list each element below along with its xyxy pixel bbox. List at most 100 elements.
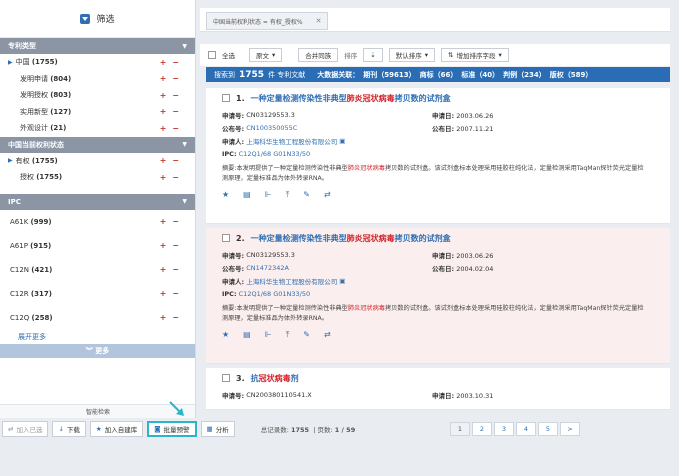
compare-icon[interactable]: ⇄ [324, 190, 331, 200]
plus-minus-buttons[interactable]: +− [160, 91, 185, 100]
result-checkbox[interactable] [222, 94, 230, 102]
plus-minus-buttons[interactable]: +− [160, 173, 185, 182]
add-selected-button[interactable]: ⇄ 加入已选 [2, 421, 49, 437]
ipc-item-c12r[interactable]: C12R (317) +− [0, 282, 195, 306]
plus-minus-buttons[interactable]: +− [160, 265, 185, 274]
pub-date: 2004.02.04 [456, 264, 494, 273]
company-icon[interactable]: ▣ [339, 277, 345, 285]
result-title[interactable]: 3. 抗冠状病毒剂 [222, 368, 670, 388]
agg-label: 商标 [419, 70, 434, 79]
plus-minus-buttons[interactable]: +− [160, 74, 185, 83]
result-checkbox[interactable] [222, 374, 230, 382]
filter-count: (1755) [31, 58, 58, 67]
agg-value: 40 [482, 70, 493, 79]
pub-number[interactable]: CN100350055C [246, 124, 297, 132]
smart-search-button[interactable]: 智能检索 [0, 404, 195, 418]
ipc-item-a61p[interactable]: A61P (915) +− [0, 234, 195, 258]
star-icon[interactable]: ★ [222, 330, 229, 340]
filter-item-valid[interactable]: ▶ 有权 (1755) +− [0, 153, 195, 170]
chevron-down-icon[interactable]: ▼ [182, 141, 187, 148]
related-label: 大数据关联： [317, 70, 360, 79]
expand-arrow-icon[interactable]: ▶ [8, 59, 13, 66]
next-page-button[interactable]: > [560, 422, 580, 436]
result-title[interactable]: 1. 一种定量检测传染性非典型肺炎冠状病毒拷贝数的试剂盒 [222, 88, 670, 108]
plus-minus-buttons[interactable]: +− [160, 124, 185, 133]
filter-label: 中国 [15, 58, 30, 67]
sort-direction-button[interactable]: ⇣ [363, 48, 383, 62]
filter-item-invention-application[interactable]: 发明申请 (804) +− [0, 71, 195, 88]
analysis-button[interactable]: ▦ 分析 [200, 421, 235, 437]
app-row: 申请号: CN03129553.3 申请日: 2003.06.26 [222, 248, 670, 261]
agg-trademark[interactable]: 商标（66） [420, 70, 458, 80]
company-icon[interactable]: ▣ [339, 137, 345, 145]
chart-icon[interactable]: ⊩ [265, 190, 272, 200]
add-sort-field-button[interactable]: ⇅ 增加排序字段 ▾ [440, 48, 509, 62]
chart-icon[interactable]: ⊩ [265, 330, 272, 340]
section-header-ipc[interactable]: IPC ▼ [0, 193, 195, 210]
plus-minus-buttons[interactable]: +− [160, 241, 185, 250]
view-mode-select[interactable]: 原文 ▾ [249, 48, 283, 62]
chevron-down-icon[interactable]: ▼ [182, 198, 187, 205]
plus-minus-buttons[interactable]: +− [160, 313, 185, 322]
section-header-patent-type[interactable]: 专利类型 ▼ [0, 38, 195, 54]
download-button[interactable]: ↓ 下载 [52, 421, 86, 437]
filter-item-granted[interactable]: 授权 (1755) +− [0, 169, 195, 186]
filter-item-design[interactable]: 外观设计 (21) +− [0, 120, 195, 137]
ipc-label: C12Q [10, 313, 30, 322]
applicant-link[interactable]: 上海科华生物工程股份有限公司 [246, 276, 337, 286]
ipc-item-c12n[interactable]: C12N (421) +− [0, 258, 195, 282]
filter-item-invention-grant[interactable]: 发明授权 (803) +− [0, 87, 195, 104]
page-button-4[interactable]: 4 [516, 422, 536, 436]
plus-minus-buttons[interactable]: +− [160, 289, 185, 298]
filter-item-china[interactable]: ▶ 中国 (1755) +− [0, 54, 195, 71]
chevron-down-icon: ▾ [498, 51, 502, 59]
filter-count: (803) [50, 91, 72, 100]
ipc-item-c12q[interactable]: C12Q (258) +− [0, 306, 195, 330]
batch-alert-button[interactable]: ◙ 批量预警 [147, 421, 197, 437]
upload-icon[interactable]: ⤒ [286, 330, 290, 340]
plus-minus-buttons[interactable]: +− [160, 156, 185, 165]
chevron-down-icon[interactable]: ▼ [182, 43, 187, 50]
title-text: 剂 [290, 373, 299, 383]
tab-query[interactable]: 中国当前权利状态 = 有权_授权% ✕ [206, 12, 328, 30]
agg-standard[interactable]: 标准（40） [461, 70, 499, 80]
field-label: 申请日: [432, 111, 455, 120]
more-button[interactable]: ︾ 更多 [0, 343, 195, 358]
page-button-2[interactable]: 2 [472, 422, 492, 436]
tag-icon[interactable]: ✎ [303, 190, 310, 200]
star-icon[interactable]: ★ [222, 190, 229, 200]
compare-icon[interactable]: ⇄ [324, 330, 331, 340]
plus-minus-buttons[interactable]: +− [160, 107, 185, 116]
agg-copyright[interactable]: 版权（589） [550, 70, 593, 80]
close-icon[interactable]: ✕ [316, 17, 322, 25]
expand-arrow-icon[interactable]: ▶ [8, 157, 13, 164]
applicant-link[interactable]: 上海科华生物工程股份有限公司 [246, 136, 337, 146]
agg-journal[interactable]: 期刊（59613） [363, 70, 415, 80]
add-library-button[interactable]: ★ 加入自建库 [89, 421, 144, 437]
document-icon[interactable]: ▤ [243, 190, 251, 200]
ipc-codes[interactable]: C12Q1/68 G01N33/50 [239, 150, 311, 158]
ipc-label: A61K [10, 217, 29, 226]
result-checkbox[interactable] [222, 234, 230, 242]
page-button-3[interactable]: 3 [494, 422, 514, 436]
select-all-checkbox[interactable] [208, 51, 216, 59]
ipc-item-a61k[interactable]: A61K (999) +− [0, 210, 195, 234]
field-label: 申请日: [432, 391, 455, 400]
plus-minus-buttons[interactable]: +− [160, 217, 185, 226]
pub-number[interactable]: CN1472342A [246, 264, 289, 272]
plus-minus-buttons[interactable]: +− [160, 58, 185, 67]
expand-more-link[interactable]: 展开更多 [0, 330, 195, 344]
merge-family-button[interactable]: 合并同族 [298, 48, 339, 62]
section-header-legal-status[interactable]: 中国当前权利状态 ▼ [0, 136, 195, 153]
app-date: 2003.06.26 [456, 251, 494, 260]
ipc-codes[interactable]: C12Q1/68 G01N33/50 [239, 290, 311, 298]
agg-case[interactable]: 判例（234） [503, 70, 546, 80]
tag-icon[interactable]: ✎ [303, 330, 310, 340]
sort-select[interactable]: 默认排序 ▾ [388, 48, 435, 62]
page-button-5[interactable]: 5 [538, 422, 558, 436]
upload-icon[interactable]: ⤒ [286, 190, 290, 200]
result-title[interactable]: 2. 一种定量检测传染性非典型肺炎冠状病毒拷贝数的试剂盒 [222, 228, 670, 248]
filter-item-utility-model[interactable]: 实用新型 (127) +− [0, 104, 195, 121]
page-button-1[interactable]: 1 [450, 422, 470, 436]
document-icon[interactable]: ▤ [243, 330, 251, 340]
